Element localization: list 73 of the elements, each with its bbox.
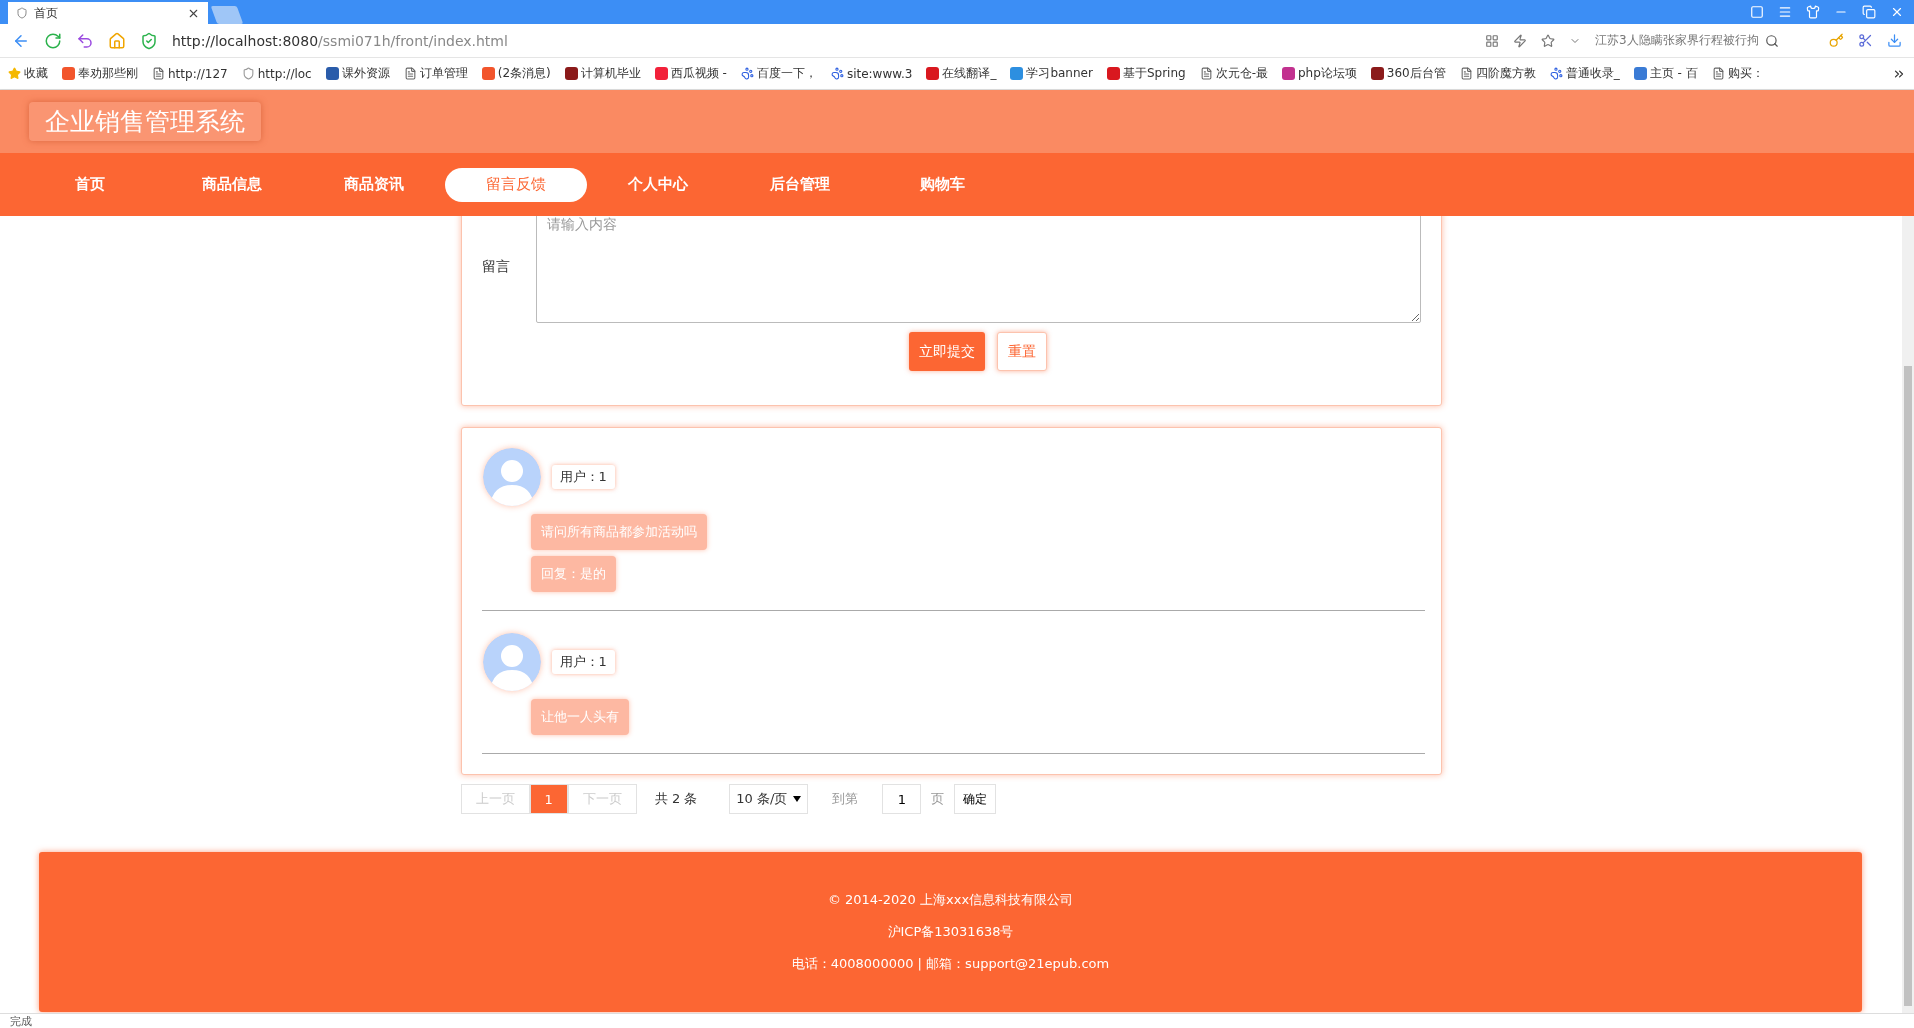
shield-icon: [16, 7, 28, 19]
bookmark-link[interactable]: http://loc: [241, 66, 312, 81]
bookmark-link[interactable]: http://127: [152, 66, 228, 81]
window-number-icon[interactable]: [1750, 5, 1764, 19]
bookmark-link[interactable]: 西瓜视频 -: [654, 65, 727, 82]
key-icon[interactable]: [1829, 33, 1844, 48]
footer-text: © 2014-2020 上海xxx信息科技有限公司: [827, 891, 1074, 909]
scissors-icon[interactable]: [1858, 33, 1873, 48]
user-label: 用户：1: [551, 465, 615, 489]
avatar-icon: [481, 632, 542, 692]
bookmark-link[interactable]: 课外资源: [325, 65, 390, 82]
search-icon[interactable]: [1764, 33, 1779, 48]
tab-title: 首页: [34, 4, 59, 22]
page-icon: [1199, 67, 1213, 80]
confirm-button[interactable]: 确定: [954, 784, 997, 814]
total-count: 共 2 条: [654, 790, 698, 808]
restore-icon[interactable]: [1862, 5, 1876, 19]
message-bubble: 请问所有商品都参加活动吗: [530, 514, 707, 550]
bookmark-link[interactable]: 奉劝那些刚: [62, 65, 138, 82]
reload-icon[interactable]: [44, 31, 62, 50]
page-icon: [1459, 67, 1473, 80]
shield-check-icon[interactable]: [140, 31, 158, 50]
bookmark-link[interactable]: 次元仓-最: [1199, 65, 1268, 82]
bookmark-link[interactable]: 在线翻译_: [926, 65, 997, 82]
bookmark-link[interactable]: 计算机毕业: [564, 65, 641, 82]
new-tab-button[interactable]: [210, 6, 244, 24]
shirt-icon[interactable]: [1806, 5, 1820, 19]
footer-text: 电话：4008000000 | 邮箱：support@21epub.com: [791, 955, 1110, 973]
bookmark-link[interactable]: (2条消息): [481, 65, 551, 82]
bookmark-link[interactable]: 主页 - 百: [1633, 65, 1698, 82]
bookmark-link[interactable]: site:www.3: [830, 66, 913, 81]
bookmark-link[interactable]: 收藏: [8, 65, 48, 82]
browser-tab[interactable]: 首页: [8, 2, 208, 24]
bookmark-link[interactable]: 360后台管: [1370, 65, 1446, 82]
download-icon[interactable]: [1887, 33, 1902, 48]
shield-icon: [241, 67, 255, 80]
star-icon[interactable]: [1541, 33, 1555, 48]
undo-icon[interactable]: [76, 31, 94, 50]
search-field[interactable]: 江苏3人隐瞒张家界行程被行拘: [1595, 32, 1815, 49]
grid-icon[interactable]: [1485, 33, 1499, 48]
paw-icon: [740, 67, 754, 80]
bookmark-link[interactable]: 学习banner: [1010, 65, 1093, 82]
message-field[interactable]: 请输入内容: [535, 216, 1421, 323]
menu-icon[interactable]: [1778, 5, 1792, 19]
address-field[interactable]: http://localhost:8080/ssmi071h/front/index.html: [172, 32, 1471, 49]
avatar-icon: [481, 447, 542, 507]
bookmark-link[interactable]: 四阶魔方教: [1459, 65, 1536, 82]
paw-icon: [830, 67, 844, 80]
bookmark-link[interactable]: 基于Spring: [1106, 65, 1186, 82]
star-icon: [8, 67, 21, 80]
page-icon: [403, 67, 417, 80]
lightning-icon[interactable]: [1513, 33, 1527, 48]
bookmark-link[interactable]: 订单管理: [403, 65, 468, 82]
page-input[interactable]: 1: [882, 784, 922, 814]
page-size-select[interactable]: 10 条/页: [729, 784, 809, 814]
bookmark-link[interactable]: 购买：: [1711, 65, 1764, 82]
goto-label: 到第: [832, 790, 859, 808]
page-unit: 页: [931, 790, 945, 808]
bookmark-link[interactable]: 百度一下，: [740, 65, 817, 82]
page-icon: [1711, 67, 1725, 80]
scrollbar[interactable]: [1902, 216, 1914, 1013]
field-label: 留言: [481, 258, 511, 276]
site-title: 企业销售管理系统: [29, 102, 261, 141]
bookmark-link[interactable]: php论坛项: [1281, 65, 1357, 82]
user-label: 用户：1: [551, 650, 615, 674]
status-text: 完成: [10, 1013, 32, 1028]
reply-bubble: 回复：是的: [530, 556, 616, 592]
bookmark-link[interactable]: 普通收录_: [1549, 65, 1620, 82]
home-icon[interactable]: [108, 31, 126, 50]
footer-text: 沪ICP备13031638号: [887, 923, 1014, 941]
page-icon: [152, 67, 165, 80]
caret-icon: [793, 796, 802, 802]
paw-icon: [1549, 67, 1563, 80]
